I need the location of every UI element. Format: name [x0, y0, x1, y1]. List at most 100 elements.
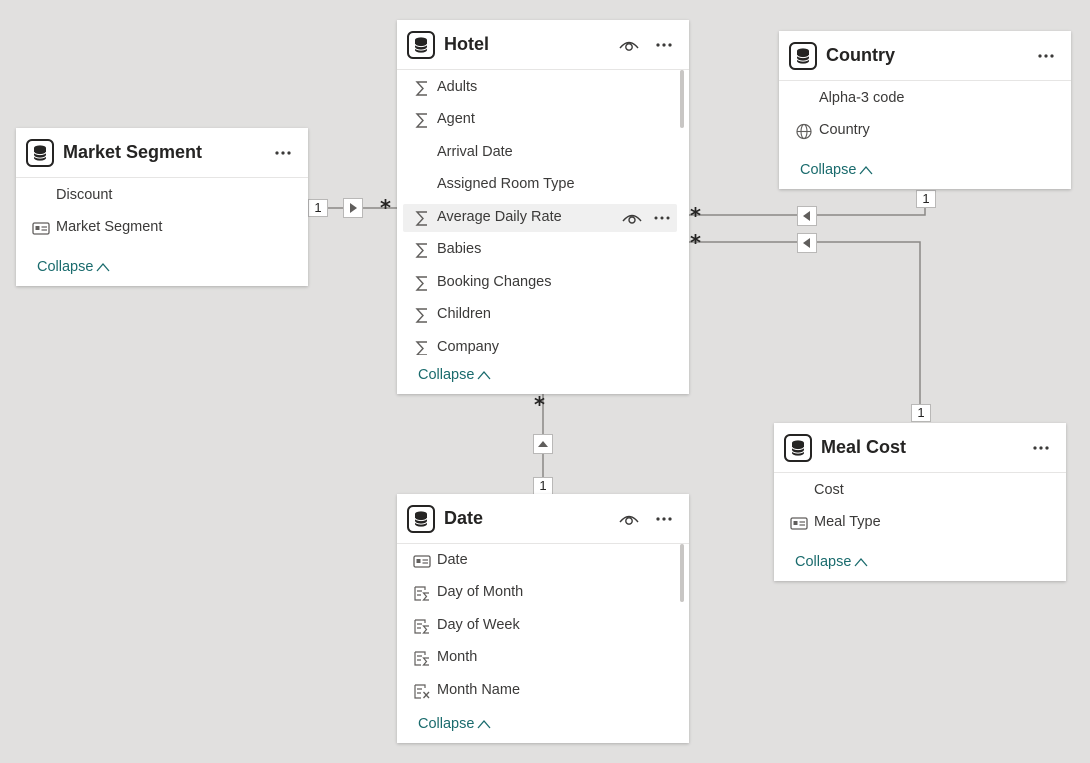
id-card-icon: [413, 555, 431, 568]
field-row[interactable]: Babies: [403, 236, 677, 264]
collapse-button[interactable]: Collapse: [418, 716, 491, 732]
table-title: Market Segment: [63, 142, 203, 162]
date-table-card[interactable]: Date Date Day of Month Day of Week Month: [397, 494, 689, 743]
field-label: Month Name: [437, 682, 521, 698]
field-label: Date: [437, 552, 468, 568]
relationship-one-badge: 1: [533, 477, 553, 495]
relationship-one-badge: 1: [308, 199, 328, 217]
table-header[interactable]: Hotel: [397, 20, 689, 70]
sum-icon: [415, 243, 427, 258]
more-options-icon[interactable]: [1036, 47, 1056, 65]
hierarchy-sum-icon: [414, 586, 429, 601]
more-options-icon[interactable]: [1031, 439, 1051, 457]
field-label: Market Segment: [56, 219, 163, 235]
field-label: Month: [437, 649, 478, 665]
chevron-up-icon: [859, 166, 873, 175]
eye-icon[interactable]: [618, 509, 640, 529]
field-label: Average Daily Rate: [437, 209, 562, 225]
field-row[interactable]: Date: [403, 547, 677, 575]
table-icon: [407, 31, 435, 59]
market-segment-table-card[interactable]: Market Segment Discount Market Segment C…: [16, 128, 308, 286]
field-label: Cost: [814, 482, 844, 498]
field-row[interactable]: Month Name: [403, 677, 677, 705]
table-icon: [784, 434, 812, 462]
field-row[interactable]: Children: [403, 301, 677, 329]
field-row[interactable]: Meal Type: [780, 509, 1054, 537]
model-diagram-canvas[interactable]: 1 * * 1 * 1 * 1 Hotel Adults Agent Arriv…: [0, 0, 1090, 763]
field-row[interactable]: Month: [403, 644, 677, 672]
field-label: Company: [437, 339, 500, 355]
relationship-many-marker: *: [534, 393, 545, 417]
collapse-button[interactable]: Collapse: [418, 367, 491, 383]
table-title: Country: [826, 45, 895, 65]
table-icon: [789, 42, 817, 70]
field-label: Day of Week: [437, 617, 520, 633]
filter-direction-left-icon[interactable]: [797, 206, 817, 226]
table-header[interactable]: Country: [779, 31, 1071, 81]
hotel-table-card[interactable]: Hotel Adults Agent Arrival Date Assigned…: [397, 20, 689, 394]
sum-icon: [415, 113, 427, 128]
hierarchy-sum-icon: [414, 651, 429, 666]
field-label: Assigned Room Type: [437, 176, 575, 192]
meal-cost-table-card[interactable]: Meal Cost Cost Meal Type Collapse: [774, 423, 1066, 581]
hierarchy-sum-icon: [414, 619, 429, 634]
relationship-many-marker: *: [690, 231, 701, 255]
collapse-button[interactable]: Collapse: [800, 162, 873, 178]
country-table-card[interactable]: Country Alpha-3 code Country Collapse: [779, 31, 1071, 189]
relationship-many-marker: *: [690, 204, 701, 228]
chevron-up-icon: [854, 558, 868, 567]
sum-icon: [415, 81, 427, 96]
more-options-icon[interactable]: [654, 510, 674, 528]
field-row[interactable]: Alpha-3 code: [785, 85, 1059, 113]
eye-icon[interactable]: [618, 35, 640, 55]
eye-icon[interactable]: [621, 209, 643, 227]
field-row[interactable]: Discount: [22, 182, 296, 210]
sum-icon: [415, 276, 427, 291]
field-label: Agent: [437, 111, 475, 127]
id-card-icon: [32, 222, 50, 235]
filter-direction-right-icon[interactable]: [343, 198, 363, 218]
field-row[interactable]: Adults: [403, 74, 677, 102]
field-label: Arrival Date: [437, 144, 513, 160]
scrollbar[interactable]: [680, 70, 684, 128]
field-label: Meal Type: [814, 514, 881, 530]
field-row[interactable]: Booking Changes: [403, 269, 677, 297]
relationship-one-badge: 1: [911, 404, 931, 422]
table-icon: [26, 139, 54, 167]
field-row[interactable]: Cost: [780, 477, 1054, 505]
table-header[interactable]: Date: [397, 494, 689, 544]
field-row[interactable]: Day of Month: [403, 579, 677, 607]
field-row[interactable]: Assigned Room Type: [403, 171, 677, 199]
field-label: Discount: [56, 187, 113, 203]
globe-icon: [796, 123, 812, 140]
collapse-button[interactable]: Collapse: [795, 554, 868, 570]
scrollbar[interactable]: [680, 544, 684, 602]
field-label: Booking Changes: [437, 274, 552, 290]
sum-icon: [415, 308, 427, 323]
table-header[interactable]: Market Segment: [16, 128, 308, 178]
field-row[interactable]: Market Segment: [22, 214, 296, 242]
field-label: Children: [437, 306, 491, 322]
field-row[interactable]: Agent: [403, 106, 677, 134]
more-options-icon[interactable]: [654, 36, 674, 54]
more-options-icon[interactable]: [653, 209, 671, 227]
filter-direction-left-icon[interactable]: [797, 233, 817, 253]
sum-icon: [415, 211, 427, 226]
chevron-up-icon: [477, 720, 491, 729]
field-label: Country: [819, 122, 870, 138]
table-header[interactable]: Meal Cost: [774, 423, 1066, 473]
hierarchy-calc-icon: [414, 684, 430, 699]
table-icon: [407, 505, 435, 533]
field-label: Adults: [437, 79, 478, 95]
field-row[interactable]: Company: [403, 334, 677, 355]
sum-icon: [415, 341, 427, 355]
filter-direction-up-icon[interactable]: [533, 434, 553, 454]
field-row[interactable]: Country: [785, 117, 1059, 145]
collapse-button[interactable]: Collapse: [37, 259, 110, 275]
relationship-one-badge: 1: [916, 190, 936, 208]
field-row[interactable]: Arrival Date: [403, 139, 677, 167]
more-options-icon[interactable]: [273, 144, 293, 162]
field-row-highlighted[interactable]: Average Daily Rate: [403, 204, 677, 232]
field-row[interactable]: Day of Week: [403, 612, 677, 640]
id-card-icon: [790, 517, 808, 530]
